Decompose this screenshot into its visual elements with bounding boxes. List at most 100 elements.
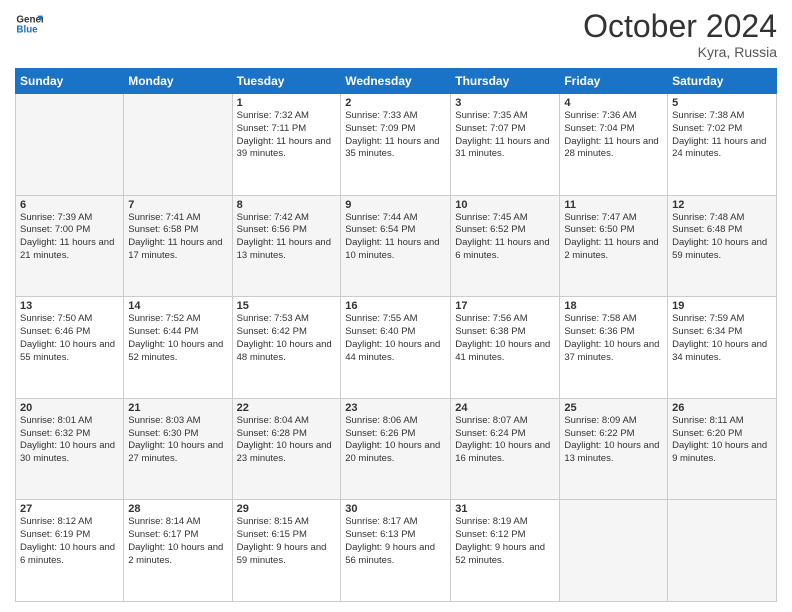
calendar-week-row: 20Sunrise: 8:01 AM Sunset: 6:32 PM Dayli… xyxy=(16,398,777,500)
day-number: 5 xyxy=(672,97,772,109)
calendar-header-row: Sunday Monday Tuesday Wednesday Thursday… xyxy=(16,69,777,94)
table-row xyxy=(560,500,668,602)
table-row: 8Sunrise: 7:42 AM Sunset: 6:56 PM Daylig… xyxy=(232,195,341,297)
table-row: 21Sunrise: 8:03 AM Sunset: 6:30 PM Dayli… xyxy=(124,398,232,500)
table-row: 4Sunrise: 7:36 AM Sunset: 7:04 PM Daylig… xyxy=(560,94,668,196)
table-row: 30Sunrise: 8:17 AM Sunset: 6:13 PM Dayli… xyxy=(341,500,451,602)
table-row: 3Sunrise: 7:35 AM Sunset: 7:07 PM Daylig… xyxy=(451,94,560,196)
day-info: Sunrise: 8:19 AM Sunset: 6:12 PM Dayligh… xyxy=(455,516,555,567)
table-row: 18Sunrise: 7:58 AM Sunset: 6:36 PM Dayli… xyxy=(560,297,668,399)
table-row: 9Sunrise: 7:44 AM Sunset: 6:54 PM Daylig… xyxy=(341,195,451,297)
table-row: 31Sunrise: 8:19 AM Sunset: 6:12 PM Dayli… xyxy=(451,500,560,602)
day-info: Sunrise: 7:50 AM Sunset: 6:46 PM Dayligh… xyxy=(20,313,119,364)
day-info: Sunrise: 7:58 AM Sunset: 6:36 PM Dayligh… xyxy=(564,313,663,364)
table-row: 28Sunrise: 8:14 AM Sunset: 6:17 PM Dayli… xyxy=(124,500,232,602)
day-number: 19 xyxy=(672,300,772,312)
day-number: 11 xyxy=(564,199,663,211)
table-row: 14Sunrise: 7:52 AM Sunset: 6:44 PM Dayli… xyxy=(124,297,232,399)
table-row: 25Sunrise: 8:09 AM Sunset: 6:22 PM Dayli… xyxy=(560,398,668,500)
day-number: 22 xyxy=(237,402,337,414)
table-row: 26Sunrise: 8:11 AM Sunset: 6:20 PM Dayli… xyxy=(668,398,777,500)
main-title: October 2024 xyxy=(583,10,777,42)
day-info: Sunrise: 7:56 AM Sunset: 6:38 PM Dayligh… xyxy=(455,313,555,364)
day-info: Sunrise: 7:41 AM Sunset: 6:58 PM Dayligh… xyxy=(128,212,227,263)
day-number: 24 xyxy=(455,402,555,414)
day-number: 21 xyxy=(128,402,227,414)
day-info: Sunrise: 7:44 AM Sunset: 6:54 PM Dayligh… xyxy=(345,212,446,263)
table-row: 20Sunrise: 8:01 AM Sunset: 6:32 PM Dayli… xyxy=(16,398,124,500)
day-number: 9 xyxy=(345,199,446,211)
header-saturday: Saturday xyxy=(668,69,777,94)
header-tuesday: Tuesday xyxy=(232,69,341,94)
table-row: 11Sunrise: 7:47 AM Sunset: 6:50 PM Dayli… xyxy=(560,195,668,297)
day-number: 14 xyxy=(128,300,227,312)
table-row xyxy=(668,500,777,602)
day-info: Sunrise: 8:09 AM Sunset: 6:22 PM Dayligh… xyxy=(564,415,663,466)
day-info: Sunrise: 8:06 AM Sunset: 6:26 PM Dayligh… xyxy=(345,415,446,466)
day-info: Sunrise: 8:11 AM Sunset: 6:20 PM Dayligh… xyxy=(672,415,772,466)
calendar-week-row: 6Sunrise: 7:39 AM Sunset: 7:00 PM Daylig… xyxy=(16,195,777,297)
table-row: 29Sunrise: 8:15 AM Sunset: 6:15 PM Dayli… xyxy=(232,500,341,602)
header-friday: Friday xyxy=(560,69,668,94)
day-number: 27 xyxy=(20,503,119,515)
day-info: Sunrise: 8:14 AM Sunset: 6:17 PM Dayligh… xyxy=(128,516,227,567)
day-info: Sunrise: 8:03 AM Sunset: 6:30 PM Dayligh… xyxy=(128,415,227,466)
day-info: Sunrise: 7:36 AM Sunset: 7:04 PM Dayligh… xyxy=(564,110,663,161)
logo-icon: General Blue xyxy=(15,10,43,38)
table-row: 5Sunrise: 7:38 AM Sunset: 7:02 PM Daylig… xyxy=(668,94,777,196)
table-row: 2Sunrise: 7:33 AM Sunset: 7:09 PM Daylig… xyxy=(341,94,451,196)
day-info: Sunrise: 7:55 AM Sunset: 6:40 PM Dayligh… xyxy=(345,313,446,364)
day-info: Sunrise: 8:01 AM Sunset: 6:32 PM Dayligh… xyxy=(20,415,119,466)
day-number: 6 xyxy=(20,199,119,211)
day-info: Sunrise: 8:15 AM Sunset: 6:15 PM Dayligh… xyxy=(237,516,337,567)
table-row xyxy=(124,94,232,196)
day-number: 2 xyxy=(345,97,446,109)
day-info: Sunrise: 7:47 AM Sunset: 6:50 PM Dayligh… xyxy=(564,212,663,263)
calendar-week-row: 13Sunrise: 7:50 AM Sunset: 6:46 PM Dayli… xyxy=(16,297,777,399)
day-info: Sunrise: 7:32 AM Sunset: 7:11 PM Dayligh… xyxy=(237,110,337,161)
calendar-week-row: 27Sunrise: 8:12 AM Sunset: 6:19 PM Dayli… xyxy=(16,500,777,602)
table-row: 17Sunrise: 7:56 AM Sunset: 6:38 PM Dayli… xyxy=(451,297,560,399)
day-info: Sunrise: 7:38 AM Sunset: 7:02 PM Dayligh… xyxy=(672,110,772,161)
day-number: 8 xyxy=(237,199,337,211)
table-row: 12Sunrise: 7:48 AM Sunset: 6:48 PM Dayli… xyxy=(668,195,777,297)
logo: General Blue xyxy=(15,10,43,38)
day-number: 15 xyxy=(237,300,337,312)
table-row: 24Sunrise: 8:07 AM Sunset: 6:24 PM Dayli… xyxy=(451,398,560,500)
day-info: Sunrise: 7:42 AM Sunset: 6:56 PM Dayligh… xyxy=(237,212,337,263)
day-number: 10 xyxy=(455,199,555,211)
day-number: 26 xyxy=(672,402,772,414)
day-info: Sunrise: 7:45 AM Sunset: 6:52 PM Dayligh… xyxy=(455,212,555,263)
day-info: Sunrise: 7:52 AM Sunset: 6:44 PM Dayligh… xyxy=(128,313,227,364)
table-row: 22Sunrise: 8:04 AM Sunset: 6:28 PM Dayli… xyxy=(232,398,341,500)
day-number: 17 xyxy=(455,300,555,312)
day-number: 23 xyxy=(345,402,446,414)
header: General Blue October 2024 Kyra, Russia xyxy=(15,10,777,60)
header-sunday: Sunday xyxy=(16,69,124,94)
day-number: 12 xyxy=(672,199,772,211)
svg-text:Blue: Blue xyxy=(16,24,38,35)
calendar-week-row: 1Sunrise: 7:32 AM Sunset: 7:11 PM Daylig… xyxy=(16,94,777,196)
table-row: 6Sunrise: 7:39 AM Sunset: 7:00 PM Daylig… xyxy=(16,195,124,297)
table-row: 13Sunrise: 7:50 AM Sunset: 6:46 PM Dayli… xyxy=(16,297,124,399)
day-info: Sunrise: 8:17 AM Sunset: 6:13 PM Dayligh… xyxy=(345,516,446,567)
day-number: 7 xyxy=(128,199,227,211)
header-thursday: Thursday xyxy=(451,69,560,94)
header-wednesday: Wednesday xyxy=(341,69,451,94)
day-number: 3 xyxy=(455,97,555,109)
table-row: 7Sunrise: 7:41 AM Sunset: 6:58 PM Daylig… xyxy=(124,195,232,297)
day-info: Sunrise: 7:59 AM Sunset: 6:34 PM Dayligh… xyxy=(672,313,772,364)
day-info: Sunrise: 8:12 AM Sunset: 6:19 PM Dayligh… xyxy=(20,516,119,567)
day-number: 31 xyxy=(455,503,555,515)
title-section: October 2024 Kyra, Russia xyxy=(583,10,777,60)
day-number: 1 xyxy=(237,97,337,109)
day-info: Sunrise: 7:53 AM Sunset: 6:42 PM Dayligh… xyxy=(237,313,337,364)
day-number: 29 xyxy=(237,503,337,515)
table-row xyxy=(16,94,124,196)
day-info: Sunrise: 7:39 AM Sunset: 7:00 PM Dayligh… xyxy=(20,212,119,263)
calendar-table: Sunday Monday Tuesday Wednesday Thursday… xyxy=(15,68,777,602)
day-number: 28 xyxy=(128,503,227,515)
page: General Blue October 2024 Kyra, Russia S… xyxy=(0,0,792,612)
day-info: Sunrise: 8:04 AM Sunset: 6:28 PM Dayligh… xyxy=(237,415,337,466)
day-number: 4 xyxy=(564,97,663,109)
